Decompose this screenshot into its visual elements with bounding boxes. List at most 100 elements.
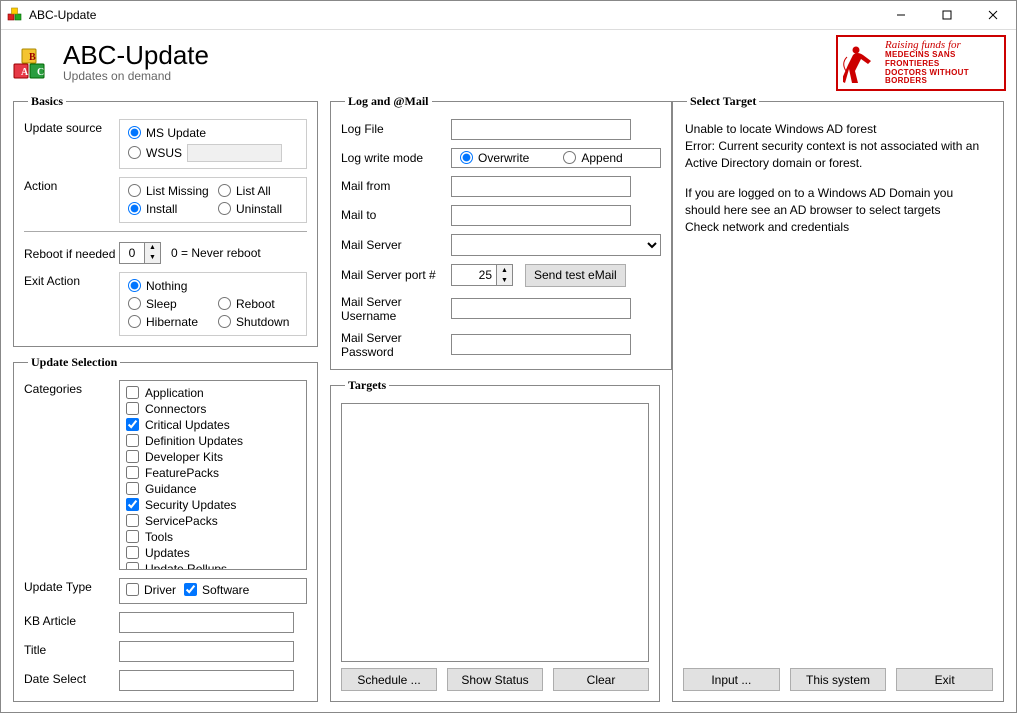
category-item[interactable]: Guidance <box>126 481 292 497</box>
category-item[interactable]: Updates <box>126 545 292 561</box>
update-selection-fieldset: Update Selection Categories ApplicationC… <box>13 355 318 703</box>
select-target-p1: Unable to locate Windows AD forest Error… <box>685 121 991 173</box>
maximize-button[interactable] <box>924 1 970 29</box>
radio-list-all[interactable]: List All <box>218 184 295 198</box>
mail-port-input[interactable] <box>452 265 496 285</box>
msf-line3: DOCTORS WITHOUT BORDERS <box>885 69 999 87</box>
action-label: Action <box>24 177 119 193</box>
radio-list-missing[interactable]: List Missing <box>128 184 210 198</box>
categories-list[interactable]: ApplicationConnectorsCritical UpdatesDef… <box>119 380 307 570</box>
spin-down-icon[interactable]: ▼ <box>145 253 160 263</box>
exit-button[interactable]: Exit <box>896 668 993 691</box>
title-input[interactable] <box>119 641 294 662</box>
category-item[interactable]: Critical Updates <box>126 417 292 433</box>
category-item[interactable]: Update Rollups <box>126 561 292 570</box>
mail-user-input[interactable] <box>451 298 631 319</box>
radio-wsus[interactable]: WSUS <box>128 144 290 162</box>
targets-fieldset: Targets Schedule ... Show Status Clear <box>330 378 660 703</box>
targets-legend: Targets <box>345 378 389 393</box>
spin-up-icon[interactable]: ▲ <box>497 265 512 275</box>
radio-install[interactable]: Install <box>128 202 210 216</box>
svg-text:C: C <box>37 67 44 78</box>
mail-user-label: Mail Server Username <box>341 295 451 323</box>
category-item[interactable]: ServicePacks <box>126 513 292 529</box>
mail-to-input[interactable] <box>451 205 631 226</box>
radio-exit-hibernate[interactable]: Hibernate <box>128 315 210 329</box>
radio-exit-shutdown[interactable]: Shutdown <box>218 315 300 329</box>
category-item[interactable]: Application <box>126 385 292 401</box>
type-item[interactable]: Software <box>184 583 249 597</box>
category-item[interactable]: Connectors <box>126 401 292 417</box>
select-target-p2: If you are logged on to a Windows AD Dom… <box>685 185 991 237</box>
category-item[interactable]: Tools <box>126 529 292 545</box>
mail-from-label: Mail from <box>341 179 451 193</box>
kb-input[interactable] <box>119 612 294 633</box>
update-source-label: Update source <box>24 119 119 135</box>
close-button[interactable] <box>970 1 1016 29</box>
schedule-button[interactable]: Schedule ... <box>341 668 437 691</box>
select-target-legend: Select Target <box>687 94 759 109</box>
reboot-spinner[interactable]: ▲▼ <box>119 242 161 264</box>
msf-banner[interactable]: Raising funds for MEDECINS SANS FRONTIER… <box>836 35 1006 91</box>
window-title: ABC-Update <box>29 8 878 22</box>
radio-uninstall[interactable]: Uninstall <box>218 202 295 216</box>
update-selection-legend: Update Selection <box>28 355 120 370</box>
basics-legend: Basics <box>28 94 66 109</box>
send-test-button[interactable]: Send test eMail <box>525 264 626 287</box>
category-item[interactable]: Developer Kits <box>126 449 292 465</box>
category-item[interactable]: Security Updates <box>126 497 292 513</box>
radio-append[interactable]: Append <box>563 151 622 165</box>
mail-from-input[interactable] <box>451 176 631 197</box>
reboot-label: Reboot if needed <box>24 245 119 261</box>
this-system-button[interactable]: This system <box>790 668 887 691</box>
type-item[interactable]: Driver <box>126 583 176 597</box>
write-mode-label: Log write mode <box>341 151 451 165</box>
radio-overwrite[interactable]: Overwrite <box>460 151 529 165</box>
type-list[interactable]: Driver Software <box>119 578 307 605</box>
mail-to-label: Mail to <box>341 208 451 222</box>
spin-down-icon[interactable]: ▼ <box>497 275 512 285</box>
log-mail-legend: Log and @Mail <box>345 94 432 109</box>
categories-label: Categories <box>24 380 119 396</box>
wsus-server-input[interactable] <box>187 144 282 162</box>
mail-pass-input[interactable] <box>451 334 631 355</box>
reboot-input[interactable] <box>120 243 144 263</box>
titlebar: ABC-Update <box>1 1 1016 30</box>
date-label: Date Select <box>24 670 119 686</box>
basics-fieldset: Basics Update source MS Update WSUS Acti… <box>13 94 318 347</box>
app-subtitle: Updates on demand <box>63 69 209 83</box>
app-icon <box>7 7 23 23</box>
radio-exit-sleep[interactable]: Sleep <box>128 297 210 311</box>
date-input[interactable] <box>119 670 294 691</box>
radio-ms-update[interactable]: MS Update <box>128 126 290 140</box>
exit-action-label: Exit Action <box>24 272 119 288</box>
show-status-button[interactable]: Show Status <box>447 668 543 691</box>
kb-label: KB Article <box>24 612 119 628</box>
mail-port-label: Mail Server port # <box>341 268 451 282</box>
log-mail-fieldset: Log and @Mail Log File Log write mode Ov… <box>330 94 672 370</box>
mail-server-label: Mail Server <box>341 238 451 252</box>
clear-button[interactable]: Clear <box>553 668 649 691</box>
select-target-text: Unable to locate Windows AD forest Error… <box>683 119 993 251</box>
reboot-hint: 0 = Never reboot <box>171 246 261 260</box>
title-label: Title <box>24 641 119 657</box>
header: A B C ABC-Update Updates on demand Raisi… <box>1 30 1016 94</box>
category-item[interactable]: FeaturePacks <box>126 465 292 481</box>
app-title: ABC-Update <box>63 42 209 68</box>
mail-server-select[interactable] <box>451 234 661 256</box>
spin-up-icon[interactable]: ▲ <box>145 243 160 253</box>
targets-list[interactable] <box>341 403 649 663</box>
msf-icon <box>843 41 879 85</box>
minimize-button[interactable] <box>878 1 924 29</box>
logfile-label: Log File <box>341 122 451 136</box>
svg-text:B: B <box>29 52 36 63</box>
input-button[interactable]: Input ... <box>683 668 780 691</box>
svg-text:A: A <box>21 67 29 78</box>
logfile-input[interactable] <box>451 119 631 140</box>
radio-exit-nothing[interactable]: Nothing <box>128 279 300 293</box>
msf-line2: MEDECINS SANS FRONTIERES <box>885 51 999 69</box>
mail-port-spinner[interactable]: ▲▼ <box>451 264 513 286</box>
category-item[interactable]: Definition Updates <box>126 433 292 449</box>
select-target-fieldset: Select Target Unable to locate Windows A… <box>672 94 1004 703</box>
radio-exit-reboot[interactable]: Reboot <box>218 297 300 311</box>
